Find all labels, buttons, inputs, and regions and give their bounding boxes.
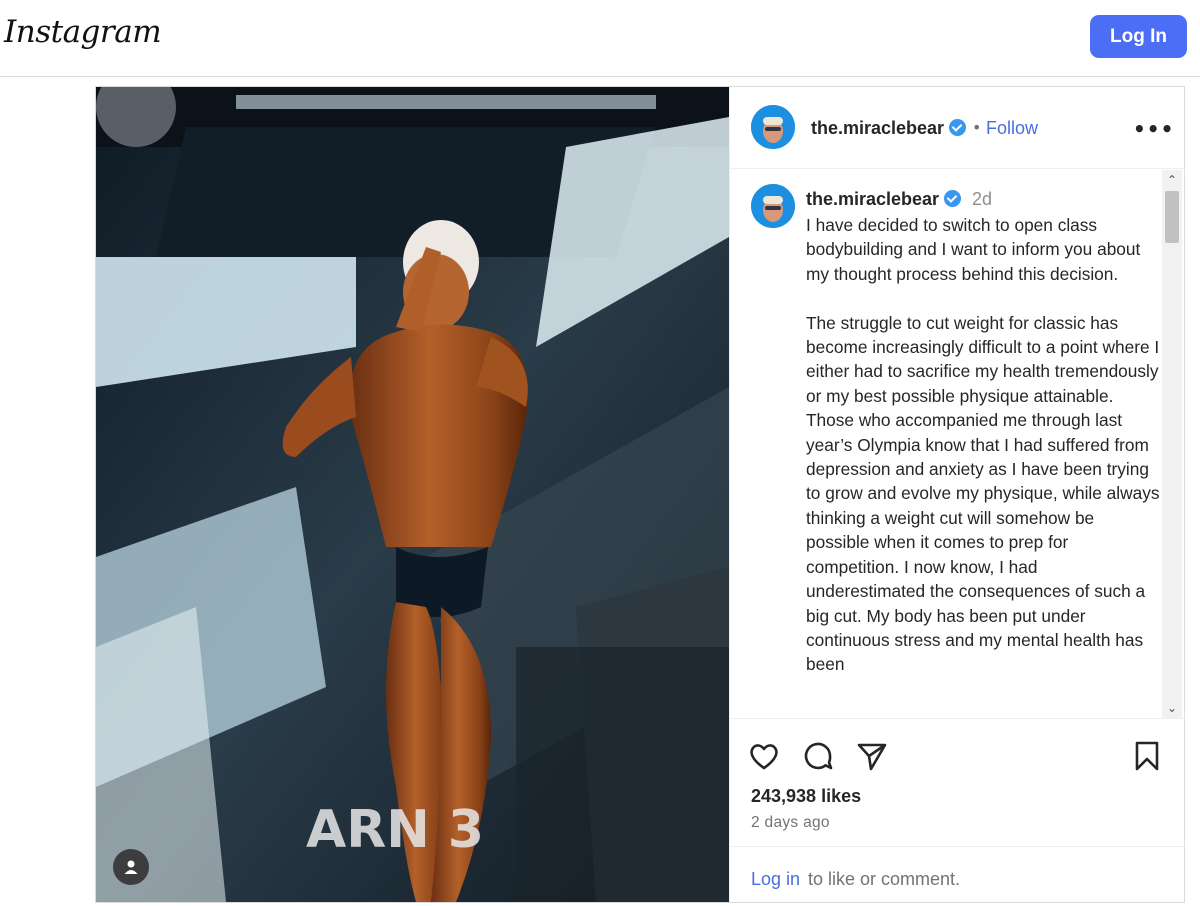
avatar[interactable] [751,105,795,149]
post-actions: 243,938 likes 2 days ago Log in to like … [730,718,1185,902]
post-header: the.miraclebear • Follow ••• [730,87,1185,169]
scroll-thumb[interactable] [1165,191,1179,243]
verified-badge-icon [944,190,962,207]
post-timestamp[interactable]: 2 days ago [751,814,830,832]
post-username[interactable]: the.miraclebear [811,118,967,139]
post-card: ARN 3 the.miraclebear • Follow ••• the.m… [95,86,1185,903]
bookmark-icon[interactable] [1130,739,1164,773]
comment-icon[interactable] [801,739,835,773]
scroll-up-arrow-icon[interactable]: ⌃ [1162,172,1182,188]
stage-banner-text: ARN 3 [306,800,484,860]
heart-icon[interactable] [747,739,781,773]
caption-username[interactable]: the.miraclebear [806,189,962,210]
login-prompt-text: to like or comment. [808,869,961,889]
post-side-panel: the.miraclebear • Follow ••• the.miracle… [729,87,1185,902]
avatar[interactable] [751,184,795,228]
follow-button[interactable]: Follow [986,118,1038,139]
top-navbar: Instagram Log In [0,0,1200,77]
login-prompt: Log in to like or comment. [730,846,1185,903]
verified-badge-icon [949,119,967,136]
login-button[interactable]: Log In [1090,15,1187,58]
post-photo[interactable]: ARN 3 [96,87,729,902]
username-text[interactable]: the.miraclebear [811,118,944,138]
caption-timestamp[interactable]: 2d [972,189,992,210]
login-link[interactable]: Log in [751,869,800,890]
more-options-icon[interactable]: ••• [1133,117,1174,141]
caption-text: I have decided to switch to open class b… [806,215,1160,675]
likes-count[interactable]: 243,938 likes [751,786,861,807]
user-tag-icon[interactable] [113,849,149,885]
scroll-down-arrow-icon[interactable]: ⌄ [1162,700,1182,716]
caption-area: the.miraclebear 2d I have decided to swi… [730,170,1185,718]
header-separator: • [972,118,982,137]
caption-scrollbar[interactable]: ⌃ ⌄ [1162,170,1182,718]
post-photo-illustration: ARN 3 [96,87,729,902]
instagram-logo[interactable]: Instagram [4,14,162,50]
share-icon[interactable] [855,739,889,773]
caption-username-text[interactable]: the.miraclebear [806,189,939,209]
